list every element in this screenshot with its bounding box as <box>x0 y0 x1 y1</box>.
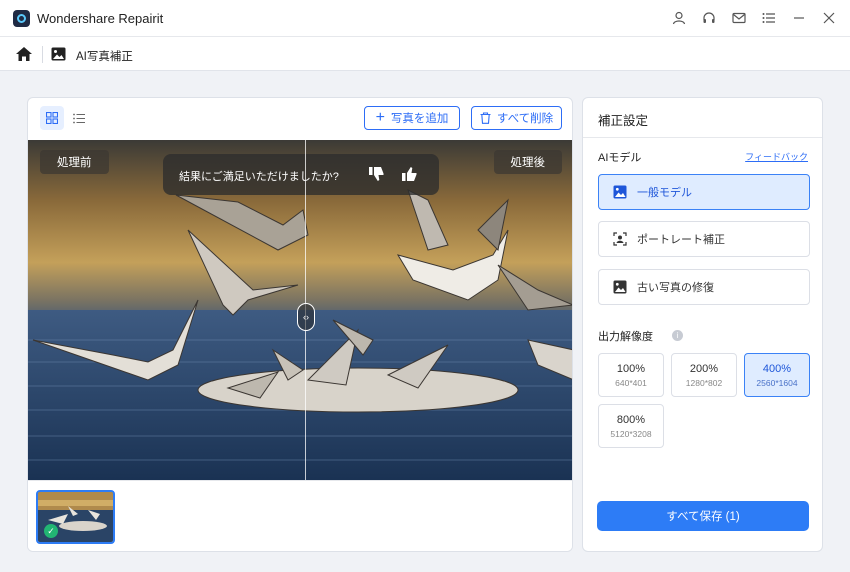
resolution-100-button[interactable]: 100% 640*401 <box>598 353 664 397</box>
delete-all-label: すべて削除 <box>496 113 554 125</box>
old-photo-icon <box>613 280 627 294</box>
list-view-button[interactable] <box>67 106 91 130</box>
settings-title: 補正設定 <box>598 114 649 128</box>
before-label: 処理前 <box>40 150 109 174</box>
thumbnail-item[interactable]: ✓ <box>36 490 115 544</box>
close-icon[interactable] <box>814 6 844 30</box>
model-old-photo-button[interactable]: 古い写真の修復 <box>598 269 810 305</box>
feedback-prompt: 結果にご満足いただけましたか? <box>163 154 439 195</box>
breadcrumb: AI写真補正 <box>0 36 850 71</box>
photo-icon <box>51 47 66 61</box>
view-toggle <box>40 106 94 130</box>
plus-icon: + <box>375 109 385 126</box>
resolution-pixels: 5120*3208 <box>610 429 652 439</box>
add-photo-label: 写真を追加 <box>390 113 449 125</box>
check-icon: ✓ <box>44 524 58 538</box>
trash-icon <box>480 112 491 124</box>
app-logo-icon <box>13 10 30 27</box>
thumbnail-strip: ✓ <box>28 480 572 551</box>
grid-view-button[interactable] <box>40 106 64 130</box>
model-general-button[interactable]: 一般モデル <box>598 174 810 210</box>
resolution-label: 出力解像度 <box>598 331 653 343</box>
resolution-pixels: 640*401 <box>615 378 647 388</box>
user-icon[interactable] <box>664 6 694 30</box>
resolution-pixels: 2560*1604 <box>756 378 798 388</box>
delete-all-button[interactable]: すべて削除 <box>471 106 562 130</box>
image-icon <box>613 185 627 199</box>
menu-icon[interactable] <box>754 6 784 30</box>
info-icon[interactable]: i <box>672 330 683 341</box>
resolution-percent: 200% <box>689 363 719 375</box>
window-controls <box>664 6 844 30</box>
thumbs-down-icon[interactable] <box>368 165 386 183</box>
list-icon <box>73 113 85 123</box>
resolution-percent: 400% <box>762 363 792 375</box>
before-after-preview[interactable]: 処理前 処理後 結果にご満足いただけましたか? ‹› <box>28 140 572 480</box>
portrait-icon <box>613 232 627 246</box>
model-general-label: 一般モデル <box>637 187 692 199</box>
feedback-question: 結果にご満足いただけましたか? <box>179 171 339 183</box>
model-portrait-label: ポートレート補正 <box>637 234 725 246</box>
compare-slider-handle[interactable]: ‹› <box>297 303 315 331</box>
resolution-800-button[interactable]: 800% 5120*3208 <box>598 404 664 448</box>
home-icon[interactable] <box>15 46 33 62</box>
resolution-percent: 800% <box>616 414 646 426</box>
page-title: AI写真補正 <box>76 51 133 63</box>
headset-icon[interactable] <box>694 6 724 30</box>
resolution-pixels: 1280*802 <box>685 378 723 388</box>
minimize-icon[interactable] <box>784 6 814 30</box>
app-title: Wondershare Repairit <box>37 11 164 26</box>
grid-icon <box>46 112 58 124</box>
image-workspace: + 写真を追加 すべて削除 処理前 処理後 結果にご満足いただけましたか? ‹›… <box>27 97 573 552</box>
drag-arrows-icon: ‹› <box>303 312 309 322</box>
title-bar: Wondershare Repairit <box>0 0 850 36</box>
resolution-percent: 100% <box>616 363 646 375</box>
divider <box>583 137 822 138</box>
mail-icon[interactable] <box>724 6 754 30</box>
ai-model-label: AIモデル <box>598 152 642 164</box>
add-photo-button[interactable]: + 写真を追加 <box>364 106 460 130</box>
resolution-200-button[interactable]: 200% 1280*802 <box>671 353 737 397</box>
model-old-photo-label: 古い写真の修復 <box>637 282 714 294</box>
thumbs-up-icon[interactable] <box>401 165 419 183</box>
after-label: 処理後 <box>493 150 562 174</box>
divider <box>42 46 43 63</box>
settings-panel: 補正設定 AIモデル フィードバック 一般モデル ポートレート補正 古い写真の修… <box>582 97 823 552</box>
feedback-link[interactable]: フィードバック <box>745 150 808 163</box>
save-all-button[interactable]: すべて保存 (1) <box>597 501 809 531</box>
resolution-400-button[interactable]: 400% 2560*1604 <box>744 353 810 397</box>
model-portrait-button[interactable]: ポートレート補正 <box>598 221 810 257</box>
